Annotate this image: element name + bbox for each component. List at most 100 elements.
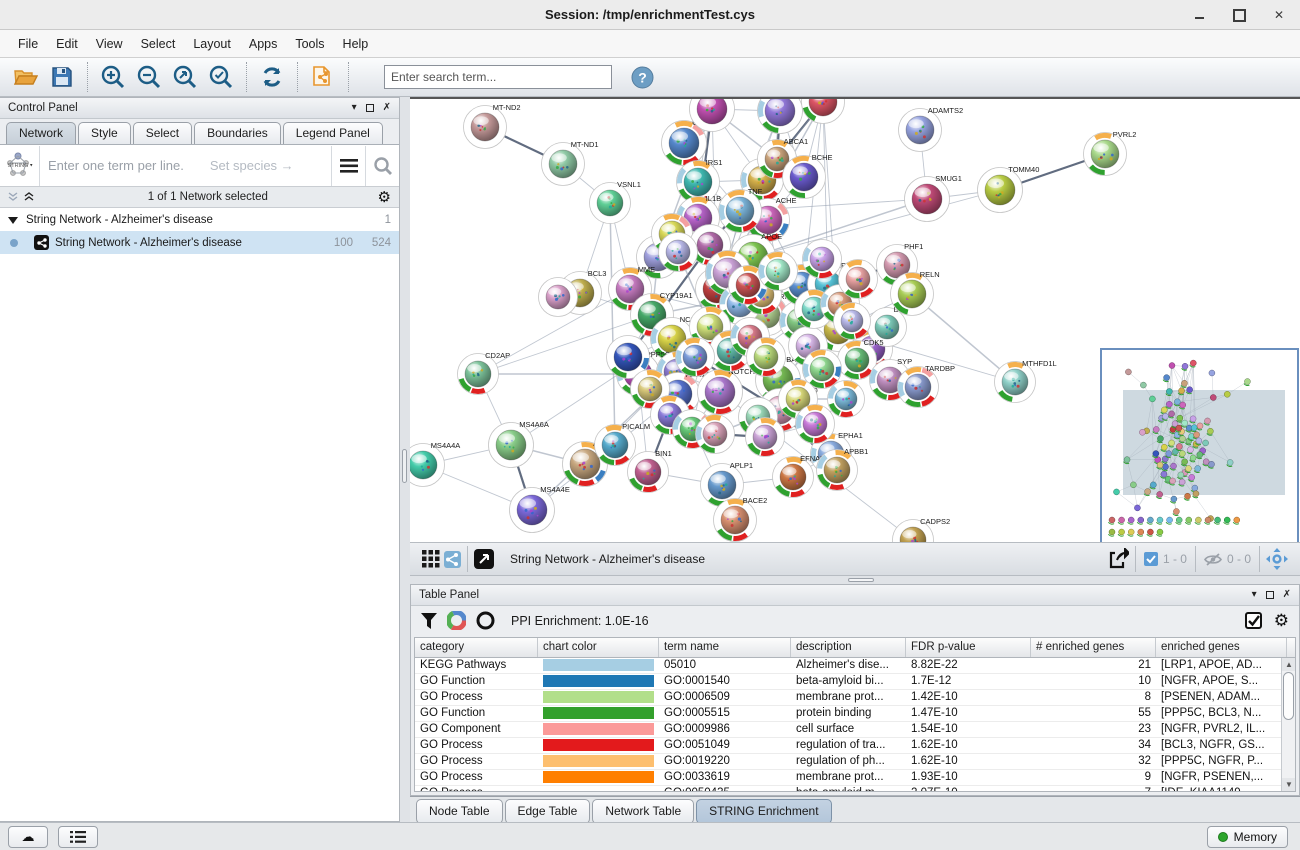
network-node[interactable] [839, 260, 878, 299]
save-session-icon[interactable] [46, 61, 78, 93]
table-row[interactable]: GO ProcessGO:0051049regulation of tra...… [415, 738, 1295, 754]
help-icon[interactable]: ? [626, 61, 658, 93]
panel-float-icon[interactable] [366, 104, 374, 112]
panel-menu-icon[interactable]: ▾ [1252, 590, 1257, 600]
string-options-icon[interactable] [331, 146, 365, 186]
scroll-up-arrow[interactable]: ▲ [1282, 658, 1296, 671]
network-node[interactable] [803, 240, 842, 279]
table-row[interactable]: GO FunctionGO:0001540beta-amyloid bi...1… [415, 674, 1295, 690]
network-node[interactable] [834, 303, 871, 340]
network-node[interactable] [696, 415, 735, 454]
column-header-enriched-genes[interactable]: enriched genes [1156, 638, 1287, 657]
column-header-description[interactable]: description [791, 638, 906, 657]
network-node-ms4a4e[interactable]: MS4A4E [510, 485, 570, 533]
network-node-efna5[interactable]: EFNA5 [773, 454, 825, 498]
network-node-smug1[interactable]: SMUG1 [905, 174, 962, 222]
column-header-chart-color[interactable]: chart color [538, 638, 659, 657]
network-node-bin1[interactable]: BIN1 [628, 449, 672, 493]
open-session-icon[interactable] [10, 61, 42, 93]
menu-select[interactable]: Select [133, 33, 184, 55]
menu-layout[interactable]: Layout [185, 33, 239, 55]
import-network-icon[interactable] [307, 61, 339, 93]
network-node[interactable] [746, 418, 785, 457]
memory-button[interactable]: Memory [1207, 826, 1288, 848]
menu-apps[interactable]: Apps [241, 33, 286, 55]
select-terms-checkbox-icon[interactable] [1245, 612, 1262, 629]
panel-menu-icon[interactable]: ▾ [352, 103, 357, 113]
splitter-grip[interactable] [402, 449, 407, 483]
network-node-ms4a4a[interactable]: MS4A4A [410, 441, 460, 487]
network-node-tnf[interactable]: TNF [719, 187, 763, 233]
donut-chart-icon[interactable] [447, 611, 466, 630]
filter-icon[interactable] [421, 613, 437, 629]
collapse-expand-icons[interactable] [8, 191, 38, 203]
table-row[interactable]: GO ProcessGO:0006509membrane prot...1.42… [415, 690, 1295, 706]
maximize-button[interactable] [1232, 8, 1246, 22]
collection-expand-icon[interactable] [8, 216, 18, 224]
zoom-in-icon[interactable] [97, 61, 129, 93]
zoom-fit-icon[interactable] [169, 61, 201, 93]
network-node[interactable] [828, 381, 865, 418]
task-history-button[interactable] [58, 826, 98, 848]
enrichment-settings-gear-icon[interactable]: ⚙ [1274, 612, 1289, 629]
export-view-icon[interactable] [1107, 548, 1129, 570]
tab-network-table[interactable]: Network Table [592, 799, 694, 824]
table-row[interactable]: GO ComponentGO:0009986cell surface1.54E-… [415, 722, 1295, 738]
ring-chart-icon[interactable] [476, 611, 495, 630]
table-row[interactable]: GO ProcessGO:0019220regulation of ph...1… [415, 754, 1295, 770]
menu-tools[interactable]: Tools [287, 33, 332, 55]
menu-help[interactable]: Help [335, 33, 377, 55]
string-app-icon[interactable]: STRING [0, 146, 40, 186]
panel-float-icon[interactable] [1266, 591, 1274, 599]
refresh-icon[interactable] [256, 61, 288, 93]
splitter-grip[interactable] [848, 578, 874, 582]
network-node-adamts2[interactable]: ADAMTS2 [899, 106, 964, 152]
network-row[interactable]: String Network - Alzheimer's disease 100… [0, 231, 399, 254]
menu-file[interactable]: File [10, 33, 46, 55]
tab-select[interactable]: Select [133, 122, 192, 144]
minimize-button[interactable] [1192, 8, 1206, 22]
network-node-vsnl1[interactable]: VSNL1 [590, 180, 641, 224]
table-row[interactable]: GO ProcessGO:0033619membrane prot...1.93… [415, 770, 1295, 786]
column-header-FDR-p-value[interactable]: FDR p-value [906, 638, 1031, 657]
horizontal-splitter[interactable] [410, 576, 1300, 584]
scroll-thumb[interactable] [1283, 672, 1294, 720]
network-node-bace2[interactable]: BACE2 [714, 496, 768, 542]
search-input[interactable] [384, 65, 612, 89]
network-node[interactable] [676, 338, 715, 377]
cloud-tasks-button[interactable]: ☁ [8, 826, 48, 848]
network-node-pvrl2[interactable]: PVRL2 [1084, 130, 1137, 176]
network-node-mthfd1l[interactable]: MTHFD1L [995, 359, 1057, 403]
tab-style[interactable]: Style [78, 122, 131, 144]
table-row[interactable]: GO ProcessGO:0050435beta-amyloid m...2.0… [415, 786, 1295, 792]
share-network-icon[interactable] [444, 551, 461, 568]
network-panel-gear-icon[interactable]: ⚙ [378, 190, 391, 205]
network-node-cd2ap[interactable]: CD2AP [458, 351, 511, 395]
network-node[interactable] [747, 338, 786, 377]
panel-close-icon[interactable]: ✗ [383, 103, 391, 113]
tab-string-enrichment[interactable]: STRING Enrichment [696, 799, 831, 824]
scroll-down-arrow[interactable]: ▼ [1282, 778, 1296, 791]
birds-eye-view[interactable] [1100, 348, 1299, 542]
menu-edit[interactable]: Edit [48, 33, 86, 55]
network-node-tomm40[interactable]: TOMM40 [978, 165, 1040, 213]
menu-view[interactable]: View [88, 33, 131, 55]
network-collection-row[interactable]: String Network - Alzheimer's disease 1 [0, 208, 399, 231]
network-node-tardbp[interactable]: TARDBP [898, 364, 956, 408]
network-node[interactable] [539, 278, 578, 317]
network-node-mt-nd1[interactable]: MT-ND1 [542, 140, 599, 186]
zoom-selected-icon[interactable] [205, 61, 237, 93]
pan-navigate-icon[interactable] [1266, 548, 1288, 570]
network-view[interactable]: MT-ND2MT-ND1VSNL1GAB2ADAMTS2SMUG1TOMM40P… [410, 97, 1300, 542]
network-node[interactable] [758, 99, 803, 134]
column-header-enriched-genes[interactable]: # enriched genes [1031, 638, 1156, 657]
panel-close-icon[interactable]: ✗ [1283, 590, 1291, 600]
string-query-input[interactable]: Enter one term per line. Set species → [40, 158, 331, 173]
table-row[interactable]: KEGG Pathways05010Alzheimer's dise...8.8… [415, 658, 1295, 674]
network-node-mt-nd2[interactable]: MT-ND2 [464, 103, 521, 149]
network-node[interactable] [796, 405, 835, 444]
network-node[interactable] [759, 252, 798, 291]
tab-network[interactable]: Network [6, 122, 76, 144]
column-header-term-name[interactable]: term name [659, 638, 791, 657]
detach-view-icon[interactable] [474, 549, 494, 569]
